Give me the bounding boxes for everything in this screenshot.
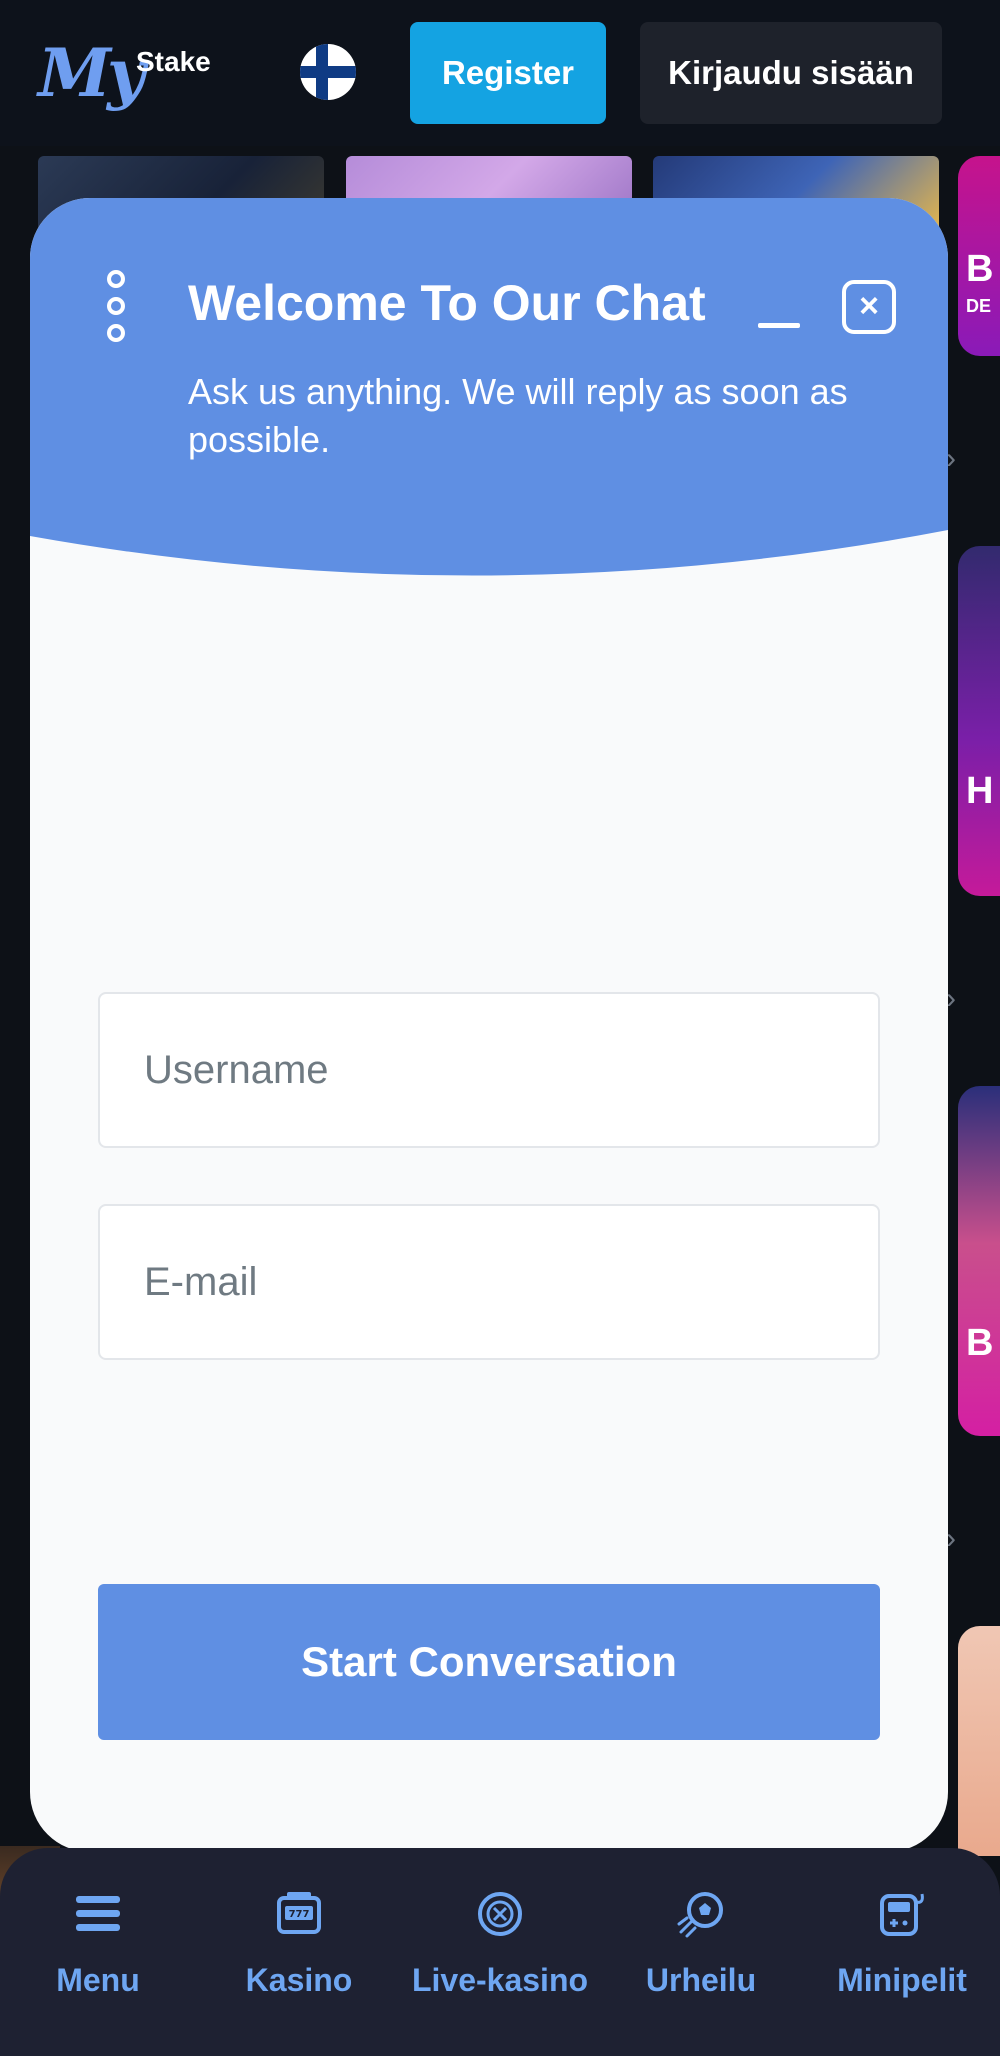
close-icon[interactable]: × xyxy=(842,280,896,334)
logo-main-text: My xyxy=(38,34,145,112)
start-conversation-button[interactable]: Start Conversation xyxy=(98,1584,880,1740)
nav-label: Minipelit xyxy=(837,1962,967,1998)
nav-item-live-kasino[interactable]: Live-kasino xyxy=(400,1888,600,2028)
slot-machine-icon: 777 xyxy=(277,1892,321,1934)
chat-subtitle: Ask us anything. We will reply as soon a… xyxy=(188,371,848,460)
promo-card-text: B xyxy=(966,1322,994,1364)
username-input[interactable] xyxy=(98,992,880,1148)
chat-widget: Welcome To Our Chat Ask us anything. We … xyxy=(30,198,948,1852)
promo-card-text: B xyxy=(966,248,994,290)
promo-card-text: H xyxy=(966,770,994,812)
menu-icon xyxy=(76,1896,120,1931)
svg-text:777: 777 xyxy=(289,1909,310,1920)
promo-card[interactable]: H xyxy=(958,546,1000,896)
nav-item-minipelit[interactable]: Minipelit xyxy=(802,1888,1000,2028)
email-input[interactable] xyxy=(98,1204,880,1360)
promo-card[interactable]: B xyxy=(958,1086,1000,1436)
chat-header: Welcome To Our Chat Ask us anything. We … xyxy=(30,198,948,578)
minigame-icon xyxy=(880,1893,924,1936)
nav-item-urheilu[interactable]: Urheilu xyxy=(601,1888,801,2028)
logo-sub-text: Stake xyxy=(136,46,211,77)
roulette-chip-icon xyxy=(478,1892,522,1936)
mystake-logo[interactable]: My Stake xyxy=(38,40,218,110)
nav-label: Kasino xyxy=(245,1962,353,1998)
login-button[interactable]: Kirjaudu sisään xyxy=(640,22,942,124)
promo-card[interactable] xyxy=(958,1626,1000,1856)
finland-flag-icon[interactable] xyxy=(300,44,356,100)
soccer-ball-icon xyxy=(677,1892,723,1938)
nav-label: Live-kasino xyxy=(411,1962,589,1998)
top-header: My Stake Register Kirjaudu sisään xyxy=(0,0,1000,146)
nav-label: Urheilu xyxy=(645,1962,757,1998)
bottom-nav: Menu 777 Kasino Live-kasino Urheilu Mini… xyxy=(0,1848,1000,2056)
nav-item-kasino[interactable]: 777 Kasino xyxy=(199,1888,399,2028)
register-button[interactable]: Register xyxy=(410,22,606,124)
minimize-icon[interactable] xyxy=(754,294,804,334)
promo-card-subtext: DE xyxy=(966,296,992,316)
nav-label: Menu xyxy=(56,1962,140,1998)
chat-title: Welcome To Our Chat xyxy=(188,275,706,331)
promo-card[interactable]: B DE xyxy=(958,156,1000,356)
nav-item-menu[interactable]: Menu xyxy=(0,1888,198,2028)
more-options-icon[interactable] xyxy=(94,270,138,342)
